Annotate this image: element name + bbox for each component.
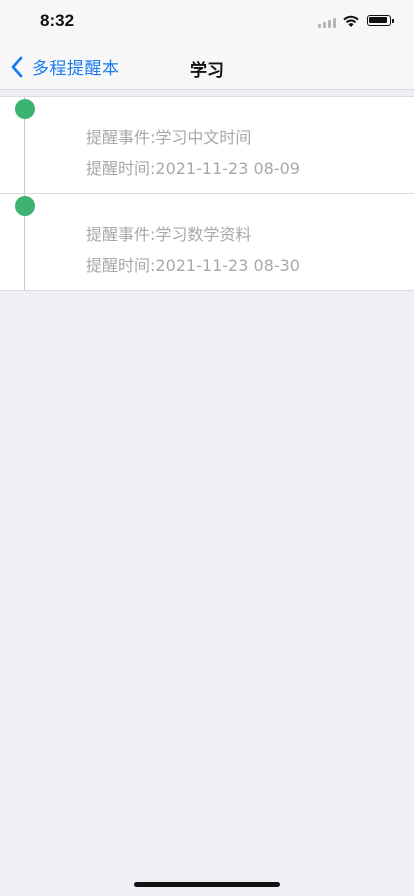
timeline-dot-icon	[15, 196, 35, 216]
reminder-item[interactable]: 提醒事件:学习数学资料 提醒时间:2021-11-23 08-30	[0, 194, 414, 291]
screen: 8:32 多程提醒本 学习 提醒事件:学习中文时间 提醒时间:2021-11-2…	[0, 0, 414, 896]
reminder-list: 提醒事件:学习中文时间 提醒时间:2021-11-23 08-09 提醒事件:学…	[0, 96, 414, 291]
cellular-signal-icon	[318, 18, 336, 28]
home-indicator[interactable]	[134, 882, 280, 887]
status-bar: 8:32	[0, 0, 414, 44]
battery-icon	[367, 15, 394, 26]
reminder-time: 提醒时间:2021-11-23 08-30	[86, 256, 300, 275]
reminder-event: 提醒事件:学习数学资料	[86, 225, 252, 244]
timeline-dot-icon	[15, 99, 35, 119]
wifi-icon	[343, 15, 359, 27]
status-time: 8:32	[40, 11, 75, 30]
page-title: 学习	[190, 61, 224, 81]
reminder-time: 提醒时间:2021-11-23 08-09	[86, 159, 300, 178]
navigation-bar: 多程提醒本 学习	[0, 44, 414, 90]
reminder-item[interactable]: 提醒事件:学习中文时间 提醒时间:2021-11-23 08-09	[0, 96, 414, 194]
reminder-event: 提醒事件:学习中文时间	[86, 128, 252, 147]
